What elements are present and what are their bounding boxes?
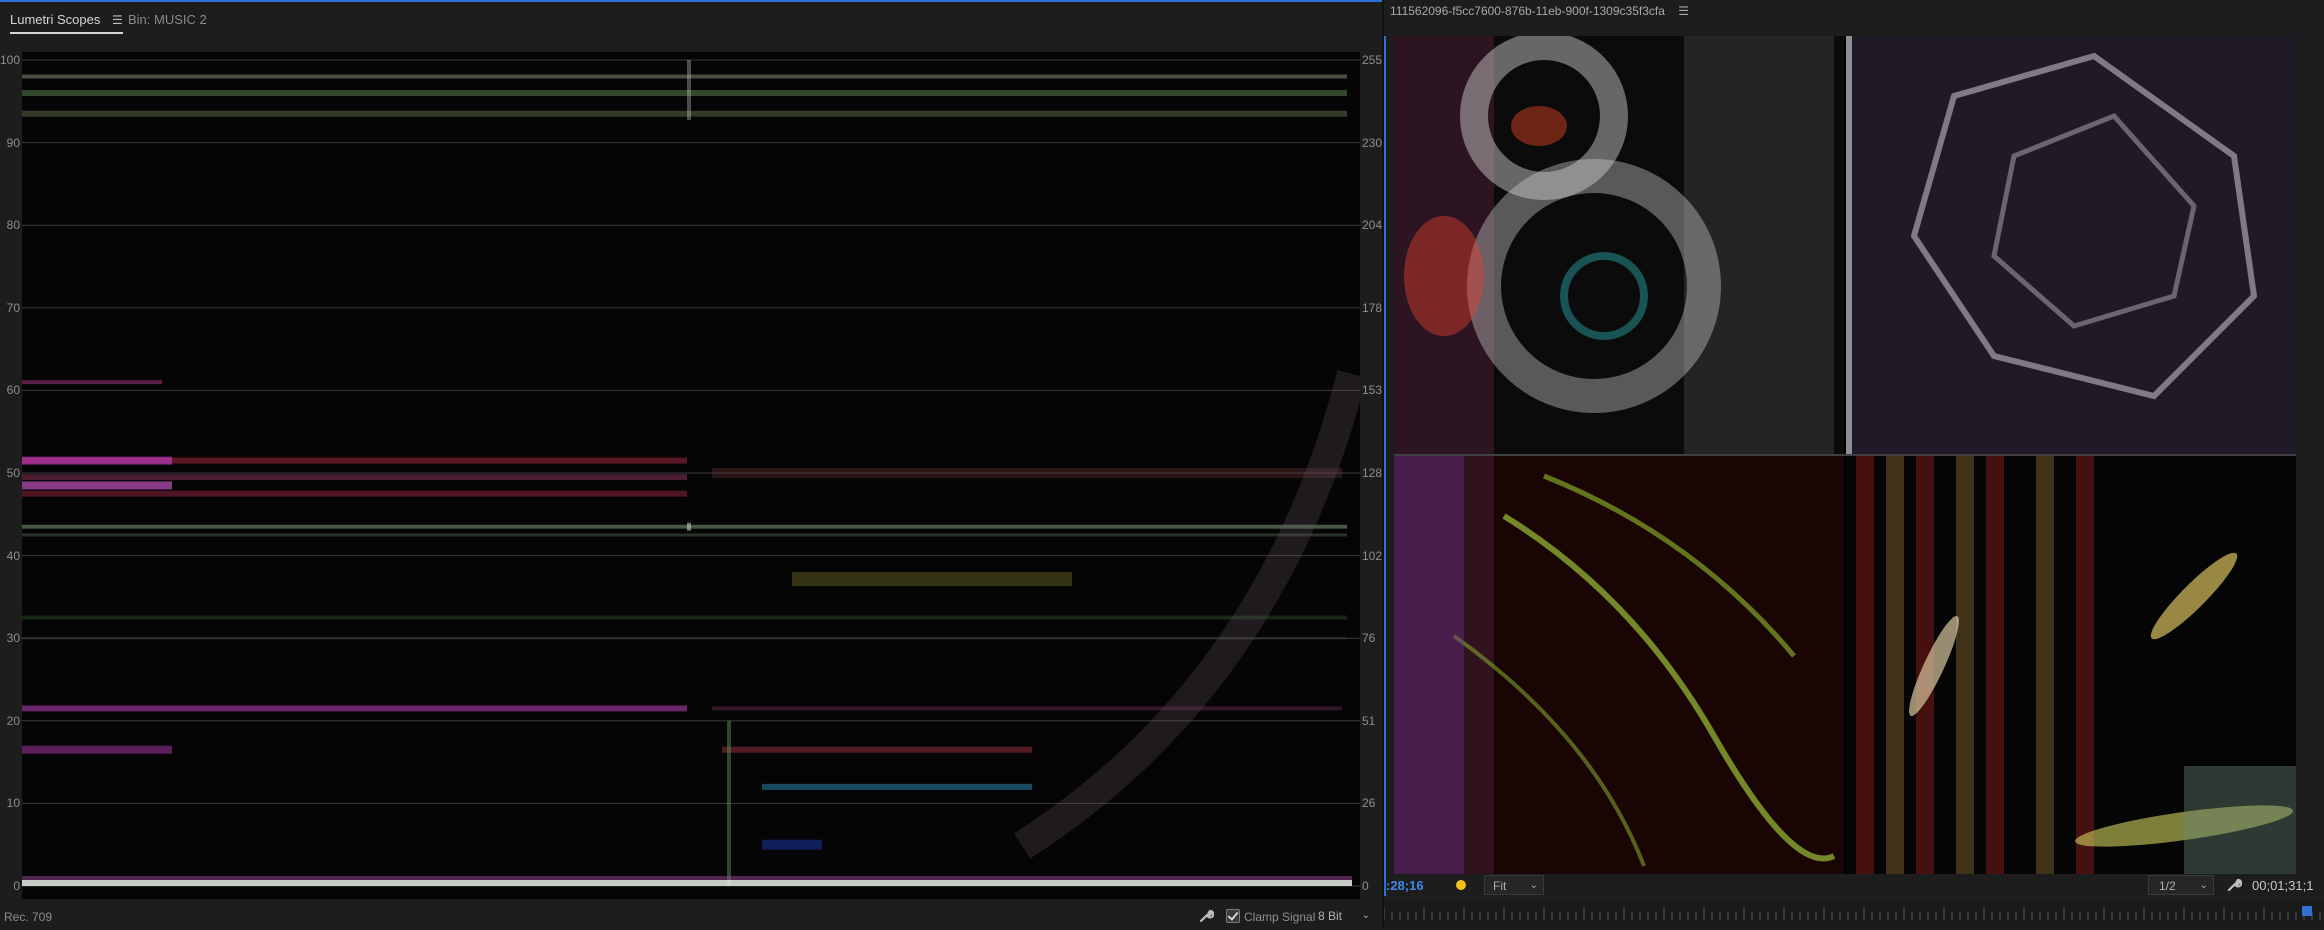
tab-lumetri-scopes[interactable]: Lumetri Scopes ☰ (10, 8, 123, 34)
scope-right-tick: 26 (1362, 796, 1376, 811)
scope-left-tick: 30 (6, 631, 20, 646)
bit-depth-select[interactable]: 8 Bit ⌄ (1318, 907, 1372, 925)
panel-tab-bar: Lumetri Scopes ☰ Bin: MUSIC 2 (0, 2, 1382, 38)
scope-right-tick: 204 (1362, 218, 1383, 233)
scope-right-tick: 102 (1362, 548, 1383, 563)
waveform-band (22, 456, 172, 465)
scope-left-tick: 100 (0, 53, 21, 67)
scope-right-tick: 51 (1362, 713, 1376, 728)
scope-right-tick: 128 (1362, 466, 1383, 480)
preview-shape (1511, 106, 1567, 146)
chevron-down-icon: ⌄ (1529, 880, 1538, 891)
hamburger-icon[interactable]: ☰ (1678, 4, 1689, 18)
preview-stripe (2076, 456, 2094, 874)
waveform-band (712, 706, 1342, 711)
scope-right-tick: 153 (1362, 383, 1383, 398)
preview-stripe (1986, 456, 2004, 874)
scope-footer: Rec. 709 Clamp Signal 8 Bit ⌄ (0, 902, 1382, 930)
scope-left-tick: 60 (6, 383, 20, 398)
preview-stripe (1956, 456, 1974, 874)
zoom-select[interactable]: Fit ⌄ (1484, 875, 1544, 895)
waveform-band (762, 839, 822, 850)
clamp-signal-label: Clamp Signal (1244, 910, 1316, 924)
waveform-column (687, 522, 691, 531)
color-space-label[interactable]: Rec. 709 (4, 910, 52, 924)
waveform-band (22, 524, 1347, 529)
wrench-icon[interactable] (2226, 877, 2242, 893)
bit-depth-value: 8 Bit (1318, 909, 1343, 923)
waveform-band (712, 468, 1342, 478)
scope-left-tick: 40 (6, 548, 20, 563)
scope-right-tick: 76 (1362, 631, 1376, 646)
preview-shape (1684, 36, 1834, 454)
preview-stripe (1886, 456, 1904, 874)
waveform-sweep (1013, 370, 1360, 859)
monitor-panel: 111562096-f5cc7600-876b-11eb-900f-1309c3… (1384, 0, 2324, 928)
zoom-value: Fit (1493, 879, 1507, 893)
waveform-band (22, 490, 687, 497)
playhead-icon[interactable] (2302, 906, 2312, 916)
waveform-display (22, 59, 1360, 887)
waveform-cluster (792, 572, 1072, 587)
waveform-band (22, 481, 172, 490)
clamp-signal-checkbox[interactable] (1226, 909, 1240, 923)
waveform-band (762, 783, 1032, 790)
video-frame (1394, 36, 2296, 874)
scope-right-tick: 230 (1362, 135, 1383, 150)
monitor-controls: :28;16 Fit ⌄ 1/2 ⌄ 00;01;31;1 (1384, 874, 2324, 900)
waveform-band (22, 380, 162, 385)
preview-shape (1846, 36, 2296, 454)
wrench-icon[interactable] (1198, 908, 1214, 924)
scope-left-tick: 50 (6, 466, 20, 480)
tab-bin-music-2[interactable]: Bin: MUSIC 2 (128, 8, 207, 32)
waveform-band (22, 74, 1347, 79)
waveform-band (22, 705, 687, 712)
current-timecode[interactable]: :28;16 (1386, 878, 1424, 893)
waveform-column (687, 60, 691, 120)
waveform-column (727, 720, 731, 886)
preview-shape (1404, 216, 1484, 336)
duration-timecode: 00;01;31;1 (2252, 878, 2314, 893)
waveform-scope (22, 52, 1360, 899)
waveform-black-level (22, 876, 1352, 880)
waveform-band (22, 474, 687, 481)
lumetri-scopes-panel: Lumetri Scopes ☰ Bin: MUSIC 2 100 90 80 70 6… (0, 0, 1383, 930)
preview-divider (1846, 36, 1852, 454)
waveform-band (22, 615, 1347, 620)
waveform-band (22, 90, 1347, 97)
preview-shape (2184, 766, 2296, 874)
tab-label: Lumetri Scopes (10, 12, 101, 27)
scope-left-tick: 70 (6, 300, 20, 315)
waveform-band (22, 745, 172, 754)
waveform-black-level (22, 880, 1352, 886)
waveform-band (22, 110, 1347, 117)
video-preview[interactable] (1394, 36, 2296, 874)
clip-title[interactable]: 111562096-f5cc7600-876b-11eb-900f-1309c3… (1390, 2, 1689, 20)
timeline-ticks (1384, 908, 2321, 920)
hamburger-icon[interactable]: ☰ (112, 13, 123, 27)
mini-timeline-ruler[interactable] (1384, 900, 2324, 928)
scope-left-tick: 20 (6, 713, 20, 728)
chevron-down-icon: ⌄ (2199, 880, 2208, 891)
scope-left-tick: 10 (6, 796, 20, 811)
playback-resolution-select[interactable]: 1/2 ⌄ (2148, 875, 2214, 895)
preview-strip (1394, 456, 1464, 874)
scope-left-tick: 0 (13, 879, 20, 893)
chevron-down-icon: ⌄ (1361, 910, 1370, 921)
waveform-band (22, 533, 1347, 537)
clip-title-text: 111562096-f5cc7600-876b-11eb-900f-1309c3… (1390, 4, 1665, 18)
waveform-band (722, 746, 1032, 753)
preview-stripe (2036, 456, 2054, 874)
preview-stripe (1856, 456, 1874, 874)
waveform-band (22, 636, 1347, 640)
scope-right-tick: 255 (1362, 53, 1383, 67)
scope-left-tick: 90 (6, 135, 20, 150)
resolution-value: 1/2 (2159, 879, 2176, 893)
scope-right-tick: 178 (1362, 300, 1383, 315)
scope-left-tick: 80 (6, 218, 20, 233)
panel-focus-indicator (1384, 36, 1386, 896)
preview-divider (1394, 454, 2296, 456)
scope-right-tick: 0 (1362, 879, 1369, 893)
marker-icon[interactable] (1456, 880, 1466, 890)
